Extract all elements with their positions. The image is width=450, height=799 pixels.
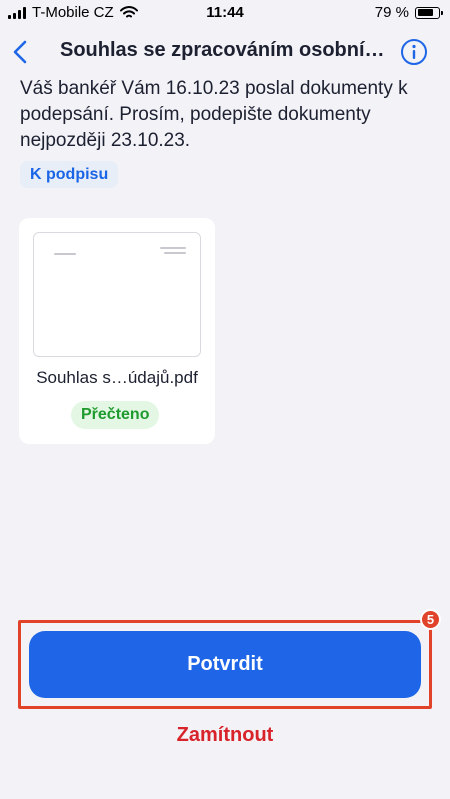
- info-button[interactable]: [400, 38, 428, 66]
- status-right: 79 %: [374, 4, 443, 21]
- page-title: Souhlas se zpracováním osobní…: [60, 39, 385, 61]
- step-badge: 5: [420, 609, 441, 630]
- signing-request-message: Váš bankéř Vám 16.10.23 poslal dokumenty…: [20, 78, 408, 151]
- screen: T-Mobile CZ 11:44 79 % Souhlas se zpraco…: [0, 0, 450, 799]
- info-circle-icon: [401, 39, 427, 65]
- status-bar: T-Mobile CZ 11:44 79 %: [0, 0, 450, 26]
- navigation-bar: Souhlas se zpracováním osobní…: [0, 30, 450, 74]
- back-button[interactable]: [8, 36, 32, 68]
- reject-button[interactable]: Zamítnout: [0, 724, 450, 747]
- status-badge: Přečteno: [71, 401, 160, 429]
- document-file-name: Souhlas s…údajů.pdf: [36, 368, 198, 387]
- document-card[interactable]: Souhlas s…údajů.pdf Přečteno: [19, 218, 215, 444]
- battery-percent: 79 %: [374, 4, 409, 21]
- confirm-button[interactable]: Potvrdit: [29, 631, 421, 698]
- chevron-left-icon: [13, 40, 27, 64]
- battery-icon: [415, 6, 443, 19]
- document-thumbnail: [33, 232, 201, 357]
- section-label: K podpisu: [20, 161, 119, 188]
